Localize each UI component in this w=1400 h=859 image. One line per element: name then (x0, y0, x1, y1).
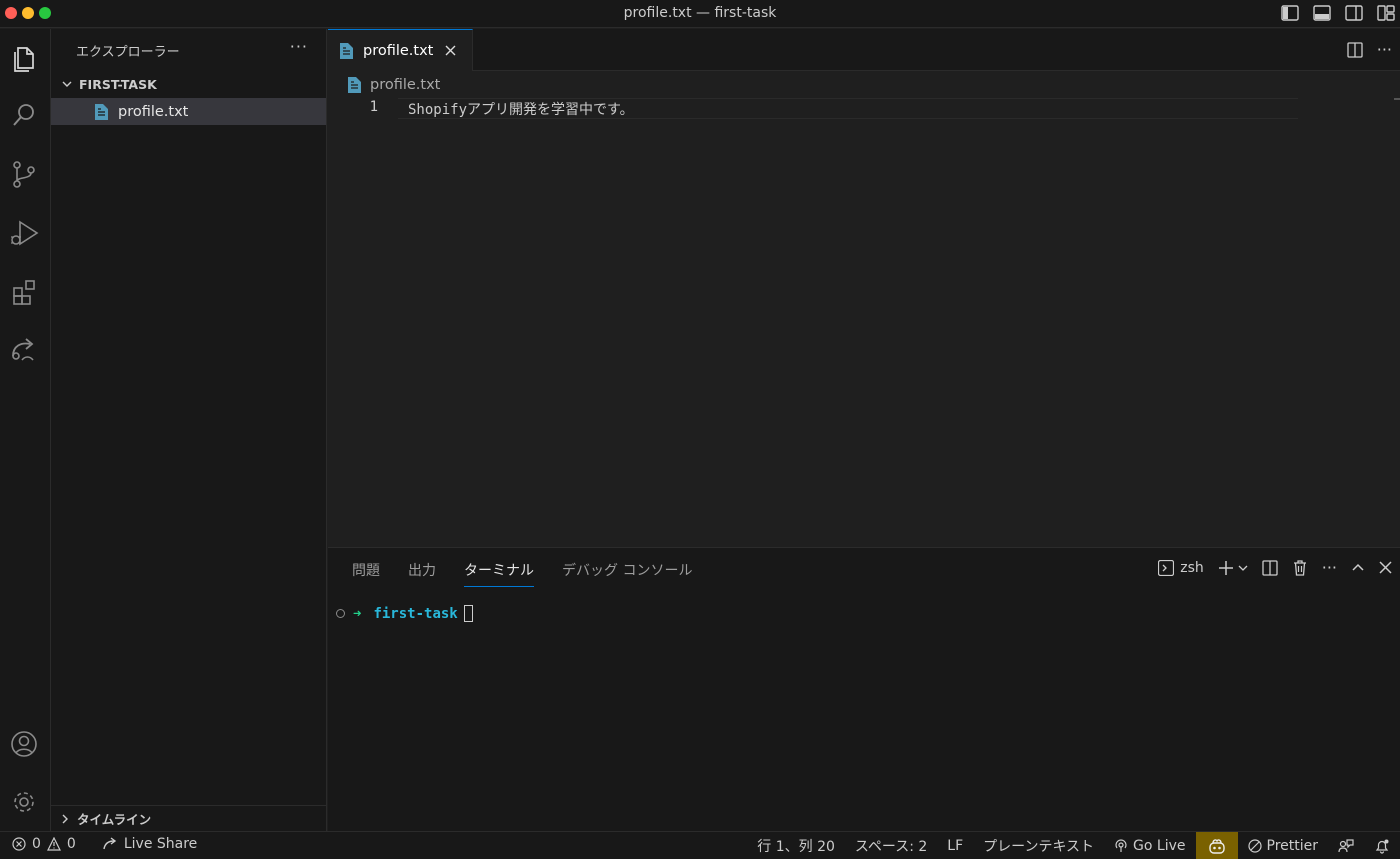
tab-debug-console[interactable]: デバッグ コンソール (562, 560, 692, 587)
live-share-button[interactable]: Live Share (124, 836, 197, 852)
close-tab-icon[interactable] (445, 45, 456, 56)
warning-count[interactable]: 0 (67, 836, 76, 852)
source-control-icon[interactable] (0, 150, 48, 198)
cursor-position[interactable]: 行 1、列 20 (747, 832, 845, 859)
account-icon[interactable] (0, 720, 48, 768)
text-file-icon (340, 42, 353, 59)
terminal-cursor (463, 605, 473, 622)
chevron-down-icon (55, 79, 79, 89)
warning-icon[interactable] (46, 837, 61, 851)
toggle-secondary-sidebar-icon[interactable] (1344, 3, 1364, 23)
explorer-sidebar: エクスプローラー ··· FIRST-TASK profile.txt タイムラ… (51, 29, 327, 831)
terminal-icon (1158, 559, 1175, 576)
prohibited-icon (1247, 838, 1262, 853)
timeline-label: タイムライン (77, 812, 152, 827)
error-icon[interactable] (12, 837, 26, 851)
editor-area[interactable]: 1 Shopifyアプリ開発を学習中です。 (328, 98, 1400, 546)
folder-header[interactable]: FIRST-TASK (51, 73, 326, 95)
maximize-panel-icon[interactable] (1351, 561, 1365, 575)
gear-icon[interactable] (0, 778, 48, 826)
prompt-directory: first-task (373, 605, 458, 622)
file-name: profile.txt (118, 103, 189, 120)
error-count[interactable]: 0 (32, 836, 41, 852)
indentation[interactable]: スペース: 2 (845, 832, 937, 859)
window-title: profile.txt — first-task (623, 5, 777, 21)
language-mode[interactable]: プレーンテキスト (973, 832, 1104, 859)
go-live-button[interactable]: Go Live (1104, 832, 1195, 859)
copilot-icon (1208, 838, 1226, 854)
split-terminal-icon[interactable] (1262, 559, 1278, 576)
sidebar-title: エクスプローラー (76, 45, 180, 60)
scrollbar[interactable] (1394, 98, 1400, 100)
chevron-right-icon (53, 814, 77, 824)
breadcrumb-file: profile.txt (370, 77, 441, 93)
new-terminal-button[interactable] (1218, 560, 1248, 576)
close-panel-icon[interactable] (1379, 561, 1392, 574)
prettier-label: Prettier (1266, 837, 1319, 854)
file-item[interactable]: profile.txt (51, 98, 326, 125)
command-decoration-icon (336, 609, 345, 618)
toggle-primary-sidebar-icon[interactable] (1280, 3, 1300, 23)
breadcrumb[interactable]: profile.txt (348, 74, 440, 96)
folder-name: FIRST-TASK (79, 76, 157, 92)
terminal-prompt[interactable]: ➜ first-task (336, 605, 473, 622)
tab-output[interactable]: 出力 (408, 560, 436, 587)
timeline-section[interactable]: タイムライン (51, 805, 326, 831)
tab-label: profile.txt (363, 42, 434, 59)
copilot-button[interactable] (1195, 832, 1238, 859)
broadcast-icon (1114, 838, 1128, 853)
search-icon[interactable] (0, 91, 48, 139)
line-number: 1 (369, 99, 378, 115)
split-editor-icon[interactable] (1347, 41, 1363, 58)
prompt-arrow: ➜ (353, 605, 362, 622)
extensions-icon[interactable] (0, 268, 48, 316)
tab-problems[interactable]: 問題 (352, 560, 380, 587)
more-actions-icon[interactable]: ··· (290, 37, 308, 56)
toggle-panel-icon[interactable] (1312, 3, 1332, 23)
live-share-icon[interactable] (102, 837, 118, 851)
title-bar: profile.txt — first-task (0, 0, 1400, 28)
status-bar: 0 0 Live Share 行 1、列 20 スペース: 2 LF プレーンテ… (0, 831, 1400, 859)
text-file-icon (95, 103, 108, 120)
notifications-icon[interactable] (1364, 832, 1400, 859)
plus-icon (1218, 560, 1234, 576)
prettier-button[interactable]: Prettier (1238, 832, 1329, 859)
run-debug-icon[interactable] (0, 209, 48, 257)
code-line[interactable]: Shopifyアプリ開発を学習中です。 (408, 99, 634, 119)
text-file-icon (348, 77, 361, 93)
tab-terminal[interactable]: ターミナル (464, 560, 534, 587)
more-actions-icon[interactable]: ··· (1377, 40, 1392, 59)
editor-tab[interactable]: profile.txt (328, 29, 473, 71)
explorer-icon[interactable] (0, 33, 48, 81)
editor-tab-bar: profile.txt ··· (328, 29, 1400, 71)
remote-explorer-icon[interactable] (0, 325, 48, 373)
end-of-line[interactable]: LF (937, 832, 973, 859)
trash-icon[interactable] (1292, 559, 1308, 576)
feedback-icon[interactable] (1328, 832, 1364, 859)
activity-bar (0, 29, 51, 831)
chevron-down-icon (1238, 563, 1248, 573)
customize-layout-icon[interactable] (1376, 3, 1396, 23)
terminal-shell-selector[interactable]: zsh (1158, 559, 1204, 576)
shell-name: zsh (1180, 559, 1204, 576)
bottom-panel: 問題 出力 ターミナル デバッグ コンソール zsh ··· ➜ first-t… (328, 547, 1400, 831)
go-live-label: Go Live (1133, 837, 1186, 854)
more-actions-icon[interactable]: ··· (1322, 558, 1337, 577)
